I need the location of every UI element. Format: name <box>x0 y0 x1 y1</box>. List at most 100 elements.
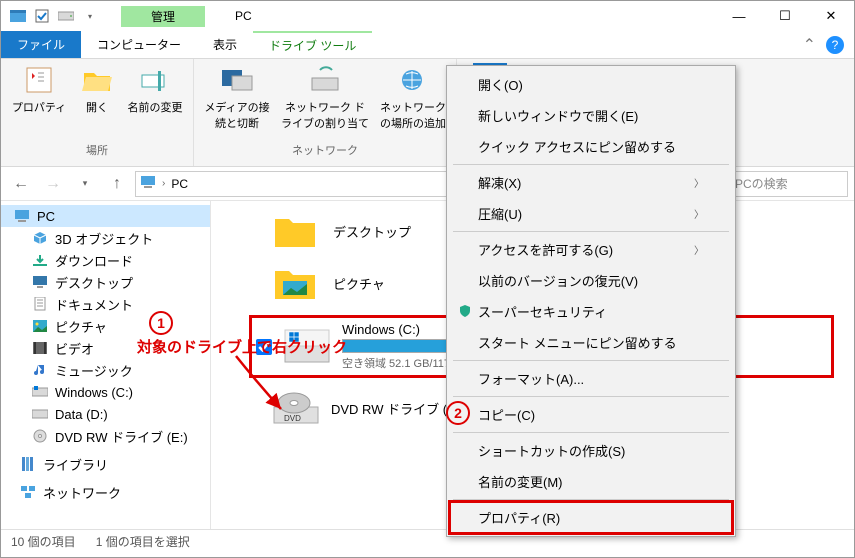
chevron-right-icon: 〉 <box>694 206 704 221</box>
qat-dropdown[interactable]: ▾ <box>79 5 101 27</box>
tab-drive-tools[interactable]: ドライブ ツール <box>253 31 372 58</box>
sidebar-pc[interactable]: PC <box>1 205 210 227</box>
cm-separator <box>453 360 729 361</box>
nav-recent-dropdown[interactable]: ▾ <box>71 170 99 198</box>
pc-icon <box>140 175 156 192</box>
sidebar-pictures[interactable]: ピクチャ <box>1 315 210 337</box>
help-icon[interactable]: ? <box>826 36 844 54</box>
ribbon-tabs: ファイル コンピューター 表示 ドライブ ツール ⌃ ? <box>1 31 854 59</box>
nav-forward-button[interactable]: → <box>39 170 67 198</box>
open-folder-icon <box>80 63 114 97</box>
cm-separator <box>453 432 729 433</box>
cm-separator <box>453 231 729 232</box>
cm-open[interactable]: 開く(O) <box>450 69 732 100</box>
cm-open-new-window[interactable]: 新しいウィンドウで開く(E) <box>450 100 732 131</box>
search-placeholder: PCの検索 <box>735 175 788 192</box>
ribbon-group-network-label: ネットワーク <box>292 142 358 162</box>
search-input[interactable]: PCの検索 <box>728 171 848 197</box>
nav-back-button[interactable]: ← <box>7 170 35 198</box>
ribbon-netloc[interactable]: ネットワークの場所の追加 <box>378 63 448 131</box>
svg-text:DVD: DVD <box>284 414 301 423</box>
qat-drive-icon[interactable] <box>55 5 77 27</box>
cm-separator <box>453 164 729 165</box>
drive-checkbox[interactable] <box>256 339 272 355</box>
netdrive-icon <box>308 63 342 97</box>
video-icon <box>31 339 49 357</box>
pc-icon <box>13 207 31 225</box>
network-icon <box>19 483 37 501</box>
status-item-count: 10 個の項目 <box>11 533 76 550</box>
sidebar-desktop[interactable]: デスクトップ <box>1 271 210 293</box>
sidebar-3d-objects[interactable]: 3D オブジェクト <box>1 227 210 249</box>
tab-file[interactable]: ファイル <box>1 31 81 58</box>
ribbon-open-label: 開く <box>86 99 108 115</box>
download-icon <box>31 251 49 269</box>
ribbon-properties[interactable]: プロパティ <box>9 63 69 115</box>
cm-zip[interactable]: 圧縮(U)〉 <box>450 198 732 229</box>
ribbon-group-place-label: 場所 <box>86 142 108 162</box>
cm-separator <box>453 396 729 397</box>
cm-pin-start[interactable]: スタート メニューにピン留めする <box>450 327 732 358</box>
ribbon-group-network: メディアの接続と切断 ネットワーク ドライブの割り当て ネットワークの場所の追加… <box>194 59 457 166</box>
sidebar-libraries[interactable]: ライブラリ <box>1 453 210 475</box>
drive-icon <box>31 383 49 401</box>
document-icon <box>31 295 49 313</box>
folder-icon <box>271 211 319 251</box>
cm-previous-versions[interactable]: 以前のバージョンの復元(V) <box>450 265 732 296</box>
ribbon-media[interactable]: メディアの接続と切断 <box>202 63 272 131</box>
qat-checkbox-icon[interactable] <box>31 5 53 27</box>
ribbon-netloc-label: ネットワークの場所の追加 <box>378 99 448 131</box>
sidebar-music[interactable]: ミュージック <box>1 359 210 381</box>
ribbon-open[interactable]: 開く <box>77 63 117 115</box>
library-icon <box>19 455 37 473</box>
title-bar: ▾ 管理 PC — ☐ ✕ <box>1 1 854 31</box>
cm-separator <box>453 499 729 500</box>
cm-super-security[interactable]: スーパーセキュリティ <box>450 296 732 327</box>
sidebar-network[interactable]: ネットワーク <box>1 481 210 503</box>
sidebar-downloads[interactable]: ダウンロード <box>1 249 210 271</box>
sidebar-data-d[interactable]: Data (D:) <box>1 403 210 425</box>
sidebar-videos[interactable]: ビデオ <box>1 337 210 359</box>
shield-icon <box>458 304 474 320</box>
contextual-tab-label: 管理 <box>121 6 205 27</box>
cm-properties[interactable]: プロパティ(R) <box>450 502 732 533</box>
properties-icon <box>22 63 56 97</box>
chevron-right-icon: 〉 <box>694 175 704 190</box>
ribbon-rename[interactable]: 名前の変更 <box>125 63 185 115</box>
ribbon-rename-label: 名前の変更 <box>128 99 183 115</box>
cm-create-shortcut[interactable]: ショートカットの作成(S) <box>450 435 732 466</box>
navigation-pane[interactable]: PC 3D オブジェクト ダウンロード デスクトップ ドキュメント ピクチャ ビ… <box>1 201 211 529</box>
ribbon-collapse-caret[interactable]: ⌃ <box>803 35 816 55</box>
cm-rename[interactable]: 名前の変更(M) <box>450 466 732 497</box>
media-icon <box>220 63 254 97</box>
close-button[interactable]: ✕ <box>808 1 854 31</box>
cm-format[interactable]: フォーマット(A)... <box>450 363 732 394</box>
rename-icon <box>138 63 172 97</box>
tab-view[interactable]: 表示 <box>197 31 253 58</box>
breadcrumb-pc[interactable]: PC <box>171 177 188 191</box>
window-title: PC <box>235 9 252 23</box>
context-menu: 開く(O) 新しいウィンドウで開く(E) クイック アクセスにピン留めする 解凍… <box>446 65 736 537</box>
ribbon-netdrive-label: ネットワーク ドライブの割り当て <box>280 99 370 131</box>
dvd-icon <box>31 427 49 445</box>
cm-copy[interactable]: コピー(C) <box>450 399 732 430</box>
ribbon-media-label: メディアの接続と切断 <box>202 99 272 131</box>
cm-grant-access[interactable]: アクセスを許可する(G)〉 <box>450 234 732 265</box>
ribbon-properties-label: プロパティ <box>12 99 66 115</box>
cm-pin-quick-access[interactable]: クイック アクセスにピン留めする <box>450 131 732 162</box>
sidebar-documents[interactable]: ドキュメント <box>1 293 210 315</box>
status-selection: 1 個の項目を選択 <box>96 533 190 550</box>
tab-computer[interactable]: コンピューター <box>81 31 197 58</box>
drive-icon <box>31 405 49 423</box>
sidebar-dvd-e[interactable]: DVD RW ドライブ (E:) <box>1 425 210 447</box>
window-icon <box>7 5 29 27</box>
ribbon-netdrive[interactable]: ネットワーク ドライブの割り当て <box>280 63 370 131</box>
drive-c-icon <box>282 327 332 367</box>
dvd-drive-icon: DVD <box>271 388 321 428</box>
nav-up-button[interactable]: ↑ <box>103 170 131 198</box>
minimize-button[interactable]: — <box>716 1 762 31</box>
sidebar-windows-c[interactable]: Windows (C:) <box>1 381 210 403</box>
maximize-button[interactable]: ☐ <box>762 1 808 31</box>
cm-unzip[interactable]: 解凍(X)〉 <box>450 167 732 198</box>
desktop-icon <box>31 273 49 291</box>
